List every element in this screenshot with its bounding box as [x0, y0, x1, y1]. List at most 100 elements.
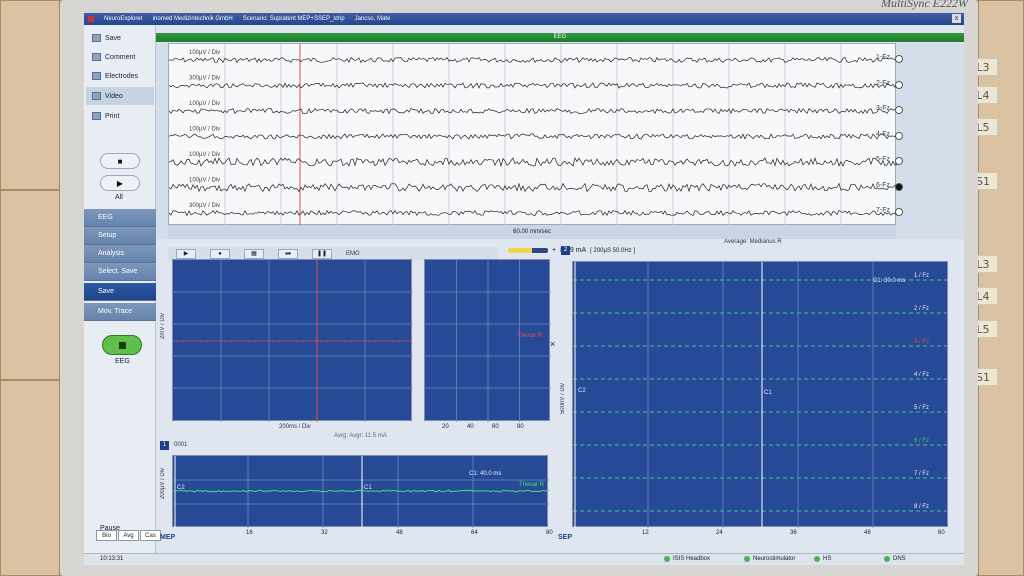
eeg-channel-select-radio[interactable] — [895, 80, 903, 89]
nav-mov-trace[interactable]: Mov. Trace — [84, 303, 156, 321]
close-button[interactable]: x — [952, 14, 961, 23]
status-neurostimulator: Neurostimulator — [744, 556, 795, 562]
eeg-channel-select-radio[interactable] — [895, 182, 903, 191]
eeg-channel-rail — [896, 43, 964, 239]
stim-level-bar[interactable] — [508, 248, 548, 253]
sidebar: Save Comment Electrodes Video Print ■ ▶ … — [84, 25, 156, 565]
mep-trace — [172, 489, 550, 493]
sep-tick-label: 60 — [938, 530, 945, 536]
eeg-channel-scale: 100µV / Div — [189, 101, 220, 107]
sep-channel-label: 8 / Fz — [914, 504, 929, 510]
emg-plot[interactable] — [172, 259, 413, 422]
nav-eeg[interactable]: EEG — [84, 209, 156, 227]
sep-y-scale: 500nV / Div — [560, 383, 566, 415]
emg-record-button[interactable]: ● — [210, 248, 230, 259]
sep-trace-area: 1 / Fz 2 / Fz 3 / Fz 4 / Fz 5 / Fz 6 / Fz 7 / … — [573, 262, 949, 528]
electrodes-button[interactable]: Electrodes — [86, 67, 154, 85]
stim-plus[interactable]: + — [552, 247, 556, 254]
mep-tick-label: 80 — [546, 530, 553, 536]
emg-tick-label: 40 — [467, 424, 474, 430]
emg-x-scale: 200ms / Div — [279, 424, 311, 430]
mep-y-scale: 200µV / Div — [160, 468, 166, 500]
sep-tab-number[interactable]: 2 — [561, 246, 570, 255]
emg-right-plot[interactable] — [424, 259, 551, 422]
emg-trace-area — [173, 260, 413, 422]
eeg-channel-label: 2-Fz — [876, 79, 890, 87]
sep-header: Average: Medianus R — [724, 239, 782, 245]
eeg-channel-select-radio[interactable] — [895, 106, 903, 114]
mep-tab-name: 0001 — [174, 442, 188, 448]
user-name: Jancso, Mate — [354, 16, 391, 22]
eeg-trace — [168, 107, 898, 115]
wall-tile — [0, 380, 60, 576]
sep-plot[interactable]: 1 / Fz 2 / Fz 3 / Fz 4 / Fz 5 / Fz 6 / Fz 7 / … — [572, 261, 949, 528]
eeg-trace — [168, 182, 898, 193]
save-top-button[interactable]: Save — [86, 29, 154, 47]
video-button[interactable]: Video — [86, 87, 154, 105]
emg-grid-button[interactable]: ▦ — [244, 248, 264, 259]
scenario-name: Scenario: Supratent MEP+SSEP_strip — [242, 16, 345, 22]
sep-annotation: C2 — [578, 388, 586, 394]
emg-marker-button[interactable]: ◂● — [278, 248, 298, 259]
nav-save[interactable]: Save — [84, 283, 156, 301]
company-name: inomed Medizintechnik GmbH — [152, 16, 233, 22]
emg-close-icon[interactable]: × — [550, 339, 555, 349]
eeg-left-rail — [156, 43, 168, 239]
mep-annotation: C1 — [364, 485, 372, 491]
eeg-traces: 100µV / Div 300µV / Div 100µV / Div 100µV /… — [168, 44, 898, 226]
nav-select-save[interactable]: Select. Save — [84, 263, 156, 281]
eeg-channel-select-radio[interactable] — [895, 208, 903, 216]
status-led-icon — [884, 556, 890, 562]
electrodes-icon — [92, 72, 101, 80]
eeg-channel-scale: 100µV / Div — [189, 127, 220, 133]
nav-analysis[interactable]: Analysis — [84, 245, 156, 263]
mep-tick-label: 48 — [396, 530, 403, 536]
monitor-brand: MultiSync E222W — [881, 0, 968, 10]
clock: 10:13:31 — [100, 556, 124, 562]
mode-tab-cas[interactable]: Cas — [140, 530, 161, 541]
mep-tick-label: 64 — [471, 530, 478, 536]
sep-tick-label: 36 — [790, 530, 797, 536]
wall-tile — [0, 0, 60, 190]
sep-tick-label: 48 — [864, 530, 871, 536]
eeg-channel-label: 6-Fz — [876, 181, 890, 189]
mep-annotation: Thenar R — [519, 482, 545, 488]
stop-button[interactable]: ■ — [100, 153, 140, 169]
eeg-channel-label: 1-Fz — [876, 54, 890, 61]
status-led-icon — [664, 556, 670, 562]
comment-icon — [92, 53, 101, 61]
emg-tick-label: 60 — [492, 424, 499, 430]
eeg-trace — [168, 209, 898, 217]
stim-params: [ 200µS 50.0Hz ] — [590, 247, 635, 254]
trigger-label: Thenar R — [517, 333, 543, 339]
sep-annotation: C1 — [764, 390, 772, 396]
eeg-channel-select-radio[interactable] — [895, 55, 903, 63]
status-led-icon — [744, 556, 750, 562]
eeg-speed: 60.00 mm/sec — [168, 225, 896, 239]
mep-annotation: C2 — [177, 485, 185, 491]
mode-tab-avg[interactable]: Avg — [118, 530, 139, 541]
mode-tab-bio[interactable]: Bio — [96, 530, 117, 541]
app-name: NeuroExplorer — [104, 16, 143, 22]
emg-y-scale: 2mV / Div — [160, 313, 166, 340]
screen: NeuroExplorer inomed Medizintechnik GmbH… — [84, 13, 964, 565]
wall-tile — [0, 190, 60, 380]
sep-tick-label: 24 — [716, 530, 723, 536]
eeg-channel-label: 3-Fz — [876, 105, 890, 112]
emg-pause-button[interactable]: ❚❚ — [312, 248, 332, 259]
emg-tick-label: 20 — [442, 424, 449, 430]
sep-channel-label: 7 / Fz — [914, 471, 929, 477]
eeg-channel-select-radio[interactable] — [895, 131, 903, 140]
print-button[interactable]: Print — [86, 107, 154, 125]
eeg-toggle-button[interactable] — [102, 335, 142, 355]
nav-setup[interactable]: Setup — [84, 227, 156, 245]
mep-tab-number[interactable]: 1 — [160, 441, 169, 450]
emg-play-button[interactable]: ▶ — [176, 248, 196, 259]
status-hs: HS — [814, 556, 831, 562]
mep-plot[interactable]: C2 C1 C1: 40.0 ms Thenar R — [172, 455, 550, 528]
eeg-channel-select-radio[interactable] — [895, 157, 903, 165]
play-button[interactable]: ▶ — [100, 175, 140, 191]
mep-annotation: C1: 40.0 ms — [469, 471, 501, 477]
comment-button[interactable]: Comment — [86, 48, 154, 66]
mep-subheader: Avrg: Avgr: 11.5 mA — [334, 433, 387, 439]
